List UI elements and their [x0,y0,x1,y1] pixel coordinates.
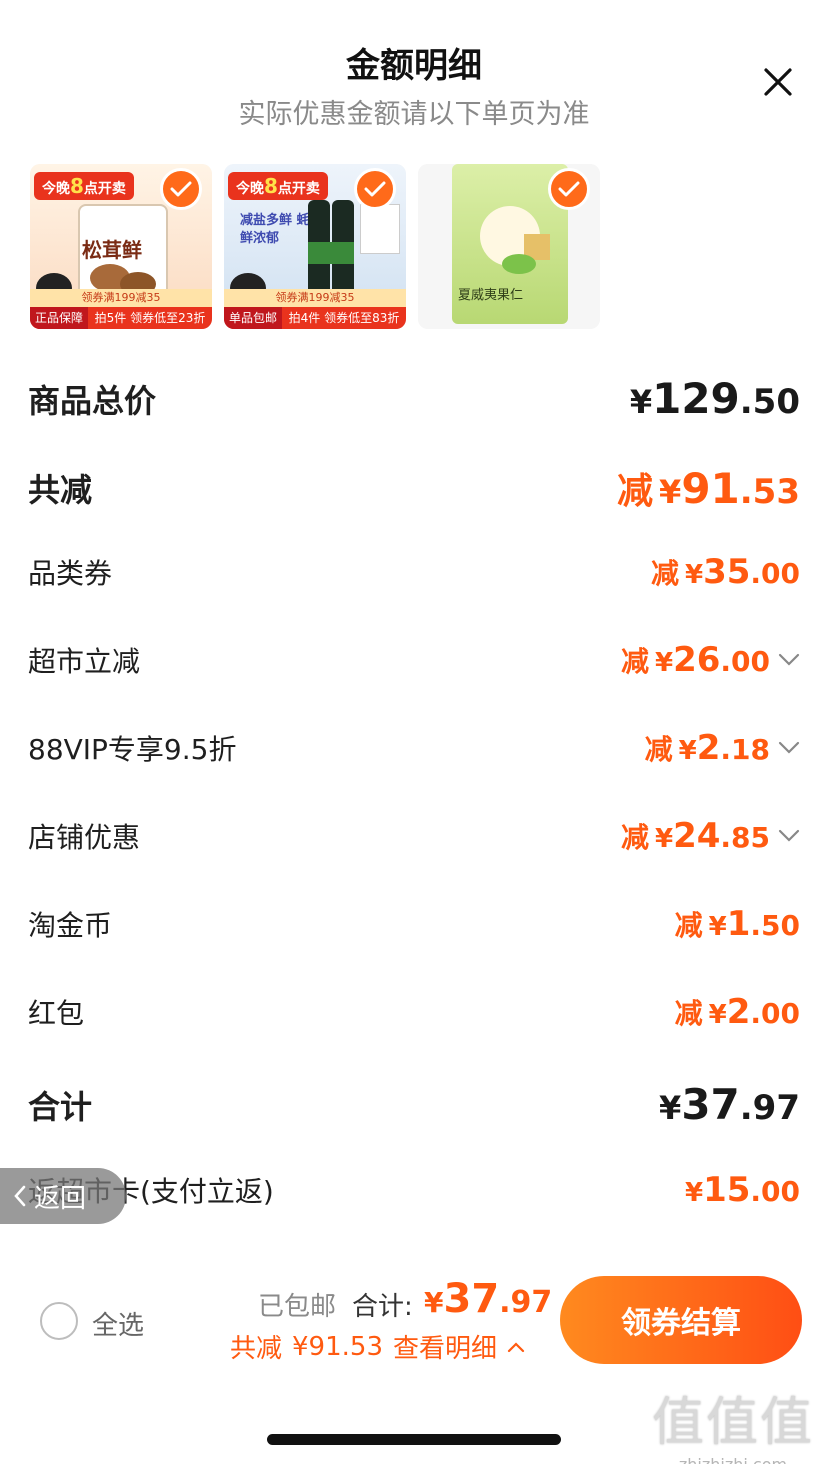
savings-amount: ¥91.53 [292,1331,383,1362]
view-detail-link[interactable]: 查看明细 [393,1328,497,1365]
chevron-up-icon[interactable] [507,1341,525,1353]
row-store-discount[interactable]: 店铺优惠 减 ¥24.85 [28,816,800,856]
row-amount: ¥129.50 [629,374,800,423]
row-amount: 减 ¥1.50 [674,904,800,944]
row-red-packet: 红包 减 ¥2.00 [28,992,800,1032]
row-label: 店铺优惠 [28,821,141,854]
checkmark-icon[interactable] [548,168,590,210]
row-total-reduction: 共减 减 ¥91.53 [28,462,800,514]
row-supermarket-discount[interactable]: 超市立减 减 ¥26.00 [28,640,800,680]
checkout-bar: 全选 已包邮 合计: ¥37.97 共减 ¥91.53 查看明细 领券结算 [0,1262,828,1382]
row-amount: ¥37.97 [659,1080,800,1129]
product-name: 减盐多鲜 蚝鲜浓郁 [240,213,310,246]
chevron-down-icon[interactable] [778,741,800,755]
row-amount: 减 ¥2.18 [645,728,800,768]
row-taojinbi: 淘金币 减 ¥1.50 [28,904,800,944]
row-label: 合计 [28,1087,93,1126]
coupon-band: 领券满199减35 [30,289,212,307]
total-label: 合计: [352,1292,413,1322]
coupon-band: 领券满199减35 [224,289,406,307]
page-subtitle: 实际优惠金额请以下单页为准 [238,99,590,130]
product-thumb[interactable]: 今晚8点开卖 松茸鲜 领券满199减35 正品保障 拍5件 领券低至23折 [30,164,212,329]
row-amount: 减 ¥35.00 [650,552,800,592]
promo-badge: 今晚8点开卖 [228,172,328,200]
modal-header: 金额明细 实际优惠金额请以下单页为准 [0,0,828,150]
deal-band: 单品包邮 拍4件 领券低至83折 [224,307,406,329]
row-label: 红包 [28,997,85,1030]
savings-label: 共减 [230,1334,283,1364]
row-label: 共减 [28,471,93,509]
row-amount: 减 ¥2.00 [674,992,800,1032]
chevron-down-icon[interactable] [778,829,800,843]
row-label: 品类券 [28,557,113,590]
row-label: 淘金币 [28,909,113,942]
deal-band: 正品保障 拍5件 领券低至23折 [30,307,212,329]
row-amount: ¥15.00 [684,1170,800,1210]
home-indicator[interactable] [267,1434,561,1445]
back-button[interactable]: 返回 [0,1168,126,1224]
total-amount: ¥37.97 [424,1276,553,1322]
row-amount: 减 ¥24.85 [621,816,800,856]
row-amount: 减 ¥26.00 [621,640,800,680]
chevron-left-icon [14,1185,26,1207]
promo-badge: 今晚8点开卖 [34,172,134,200]
watermark-logo: 值值值 [651,1393,814,1453]
shipping-status: 已包邮 [258,1292,337,1322]
product-name: 松茸鲜 [82,238,142,262]
page-title: 金额明细 [346,46,482,86]
select-all-label[interactable]: 全选 [92,1305,144,1342]
row-label: 商品总价 [28,381,157,420]
savings-summary[interactable]: 共减 ¥91.53 查看明细 [230,1328,525,1365]
row-cashback: 返超市卡(支付立返) ¥15.00 [28,1170,800,1210]
back-label: 返回 [34,1183,87,1214]
product-thumb[interactable]: 夏威夷果仁 [418,164,600,329]
row-amount: 减 ¥91.53 [617,464,800,513]
checkout-button[interactable]: 领券结算 [560,1276,802,1364]
row-grand-total: 合计 ¥37.97 [28,1080,800,1129]
row-label: 88VIP专享9.5折 [28,733,237,766]
watermark-url: zhizhizhi.com [652,1455,814,1464]
watermark: 值值值 zhizhizhi.com [652,1380,814,1464]
close-icon[interactable] [758,62,798,102]
row-vip-discount[interactable]: 88VIP专享9.5折 减 ¥2.18 [28,728,800,768]
chevron-down-icon[interactable] [778,653,800,667]
select-all-radio[interactable] [40,1302,78,1340]
product-thumbnails: 今晚8点开卖 松茸鲜 领券满199减35 正品保障 拍5件 领券低至23折 今晚8… [30,164,600,329]
product-name: 夏威夷果仁 [458,288,524,303]
row-category-coupon: 品类券 减 ¥35.00 [28,552,800,592]
checkmark-icon[interactable] [160,168,202,210]
product-thumb[interactable]: 今晚8点开卖 减盐多鲜 蚝鲜浓郁 领券满199减35 单品包邮 拍4件 领券低至8… [224,164,406,329]
checkmark-icon[interactable] [354,168,396,210]
row-label: 超市立减 [28,645,141,678]
row-subtotal: 商品总价 ¥129.50 [28,374,800,423]
